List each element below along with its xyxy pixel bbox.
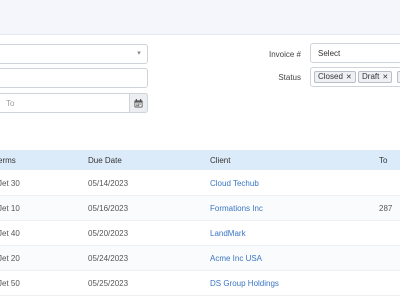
terms-cell: Jet 10 (0, 204, 20, 213)
terms-cell: Jet 20 (0, 254, 20, 263)
table-row[interactable]: Jet 10 05/16/2023 Formations Inc 287 (0, 196, 400, 221)
calendar-icon (134, 98, 143, 108)
filter-text-input[interactable] (0, 68, 148, 88)
due-date-cell: 05/20/2023 (88, 229, 129, 238)
invoice-select-value: Select (318, 49, 341, 58)
due-date-cell: 05/25/2023 (88, 279, 129, 288)
date-to-input[interactable]: To (0, 93, 148, 113)
close-icon[interactable]: ✕ (382, 74, 388, 81)
terms-cell: Jet 50 (0, 279, 20, 288)
date-to-placeholder: To (6, 99, 15, 108)
table-row[interactable]: Jet 20 05/24/2023 Acme Inc USA (0, 246, 400, 271)
table-row[interactable]: Jet 50 05/25/2023 DS Group Holdings (0, 271, 400, 296)
table-row[interactable]: Jet 30 05/14/2023 Cloud Techub (0, 171, 400, 196)
table-header: erms Due Date Client To (0, 150, 400, 170)
status-tag-label: Draft (362, 72, 380, 81)
calendar-button[interactable] (129, 93, 148, 113)
terms-cell: Jet 40 (0, 229, 20, 238)
status-tag-closed: Closed ✕ (314, 71, 356, 83)
status-label: Status (278, 73, 301, 82)
close-icon[interactable]: ✕ (346, 74, 352, 81)
status-tag-label: Closed (318, 72, 343, 81)
client-link[interactable]: Cloud Techub (210, 179, 259, 188)
chevron-down-icon: ▾ (137, 50, 141, 57)
status-tag-draft: Draft ✕ (358, 71, 393, 83)
column-header-due-date[interactable]: Due Date (88, 156, 122, 165)
invoice-number-label: Invoice # (268, 50, 301, 59)
column-header-client[interactable]: Client (210, 156, 230, 165)
terms-cell: Jet 30 (0, 179, 20, 188)
client-link[interactable]: Acme Inc USA (210, 254, 262, 263)
due-date-cell: 05/24/2023 (88, 254, 129, 263)
client-link[interactable]: DS Group Holdings (210, 279, 279, 288)
invoice-number-select[interactable]: Select (310, 43, 400, 63)
column-header-total[interactable]: To (379, 156, 387, 165)
status-multiselect[interactable]: Closed ✕ Draft ✕ (310, 67, 400, 87)
top-bar (0, 0, 400, 35)
client-select[interactable]: ▾ (0, 44, 148, 64)
table-row[interactable]: Jet 40 05/20/2023 LandMark (0, 221, 400, 246)
total-cell: 287 (379, 204, 393, 213)
column-header-terms[interactable]: erms (0, 156, 16, 165)
client-link[interactable]: Formations Inc (210, 204, 263, 213)
client-link[interactable]: LandMark (210, 229, 246, 238)
due-date-cell: 05/16/2023 (88, 204, 129, 213)
due-date-cell: 05/14/2023 (88, 179, 129, 188)
